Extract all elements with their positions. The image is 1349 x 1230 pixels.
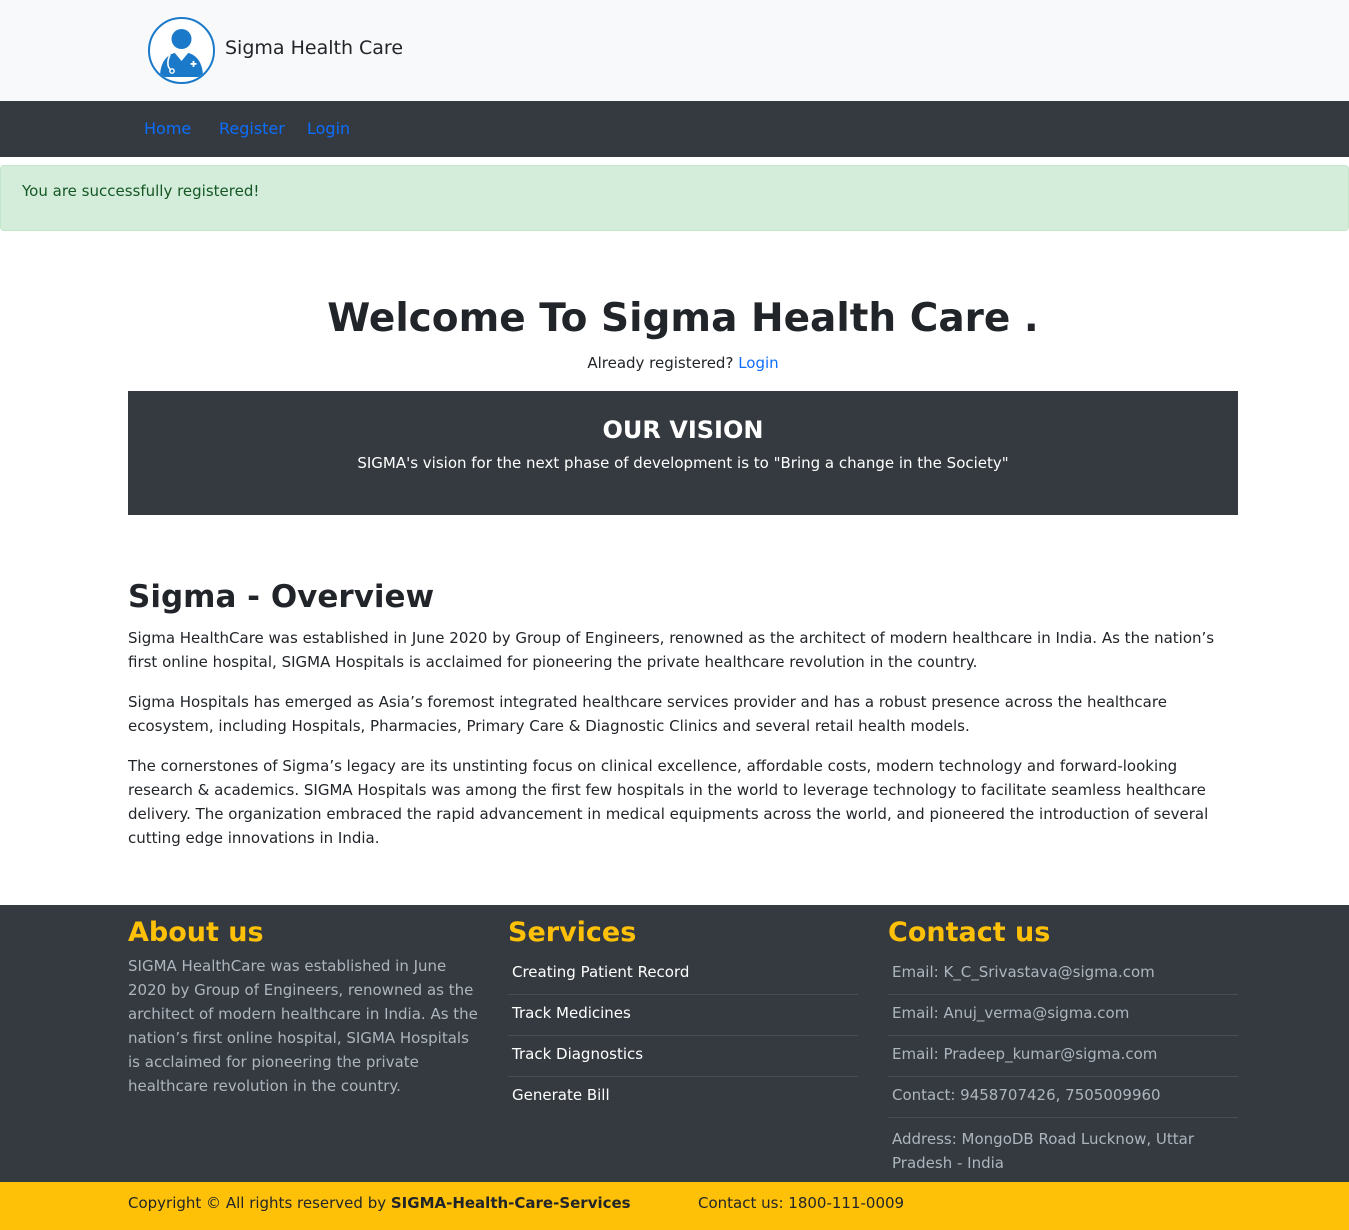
footer-services-title: Services [508,917,637,948]
overview-paragraph: Sigma HealthCare was established in June… [128,629,1215,671]
services-list: Creating Patient Record Track Medicines … [508,954,858,1118]
nav-home-link[interactable]: Home [144,119,191,138]
brand-name[interactable]: Sigma Health Care [225,37,403,59]
already-registered-text: Already registered? Login [0,354,1349,372]
copyright-text: Copyright © All rights reserved by SIGMA… [128,1194,631,1212]
vision-text: SIGMA's vision for the next phase of dev… [357,454,1009,472]
brand-bar: Sigma Health Care [0,0,1349,101]
footer-contact-title: Contact us [888,917,1051,948]
contact-list: Email: K_C_Srivastava@sigma.com Email: A… [888,954,1238,1178]
contact-address: Address: MongoDB Road Lucknow, Uttar Pra… [892,1130,1195,1172]
service-item[interactable]: Generate Bill [508,1077,858,1118]
vision-panel: OUR VISION SIGMA's vision for the next p… [128,391,1238,515]
vision-title: OUR VISION [602,416,764,444]
footer-about-title: About us [128,917,264,948]
nav-login-link[interactable]: Login [307,119,350,138]
copyright-prefix: Copyright © All rights reserved by [128,1194,387,1212]
copyright-company: SIGMA-Health-Care-Services [390,1194,631,1212]
copyright-bar: Copyright © All rights reserved by SIGMA… [0,1182,1349,1230]
hero-login-link[interactable]: Login [738,354,778,372]
copyright-contact: Contact us: 1800-111-0009 [698,1194,905,1212]
service-item[interactable]: Creating Patient Record [508,954,858,995]
success-alert: You are successfully registered! [0,165,1349,231]
contact-email: Email: Anuj_verma@sigma.com [888,995,1238,1036]
footer-about-text: SIGMA HealthCare was established in June… [128,957,478,1095]
already-registered-label: Already registered? [587,354,734,372]
page-title: Welcome To Sigma Health Care . [327,296,1039,341]
nav-register-link[interactable]: Register [219,119,285,138]
service-item[interactable]: Track Medicines [508,995,858,1036]
contact-email: Email: K_C_Srivastava@sigma.com [888,954,1238,995]
overview-paragraph: The cornerstones of Sigma’s legacy are i… [128,757,1209,847]
overview-title: Sigma - Overview [128,579,435,615]
contact-phone: Contact: 9458707426, 7505009960 [888,1077,1238,1118]
main-navbar: Home Register Login [0,101,1349,157]
doctor-avatar-icon[interactable] [148,17,215,84]
footer: About us SIGMA HealthCare was establishe… [0,905,1349,1182]
overview-paragraph: Sigma Hospitals has emerged as Asia’s fo… [128,693,1167,735]
contact-email: Email: Pradeep_kumar@sigma.com [888,1036,1238,1077]
service-item[interactable]: Track Diagnostics [508,1036,858,1077]
alert-message: You are successfully registered! [22,182,260,200]
